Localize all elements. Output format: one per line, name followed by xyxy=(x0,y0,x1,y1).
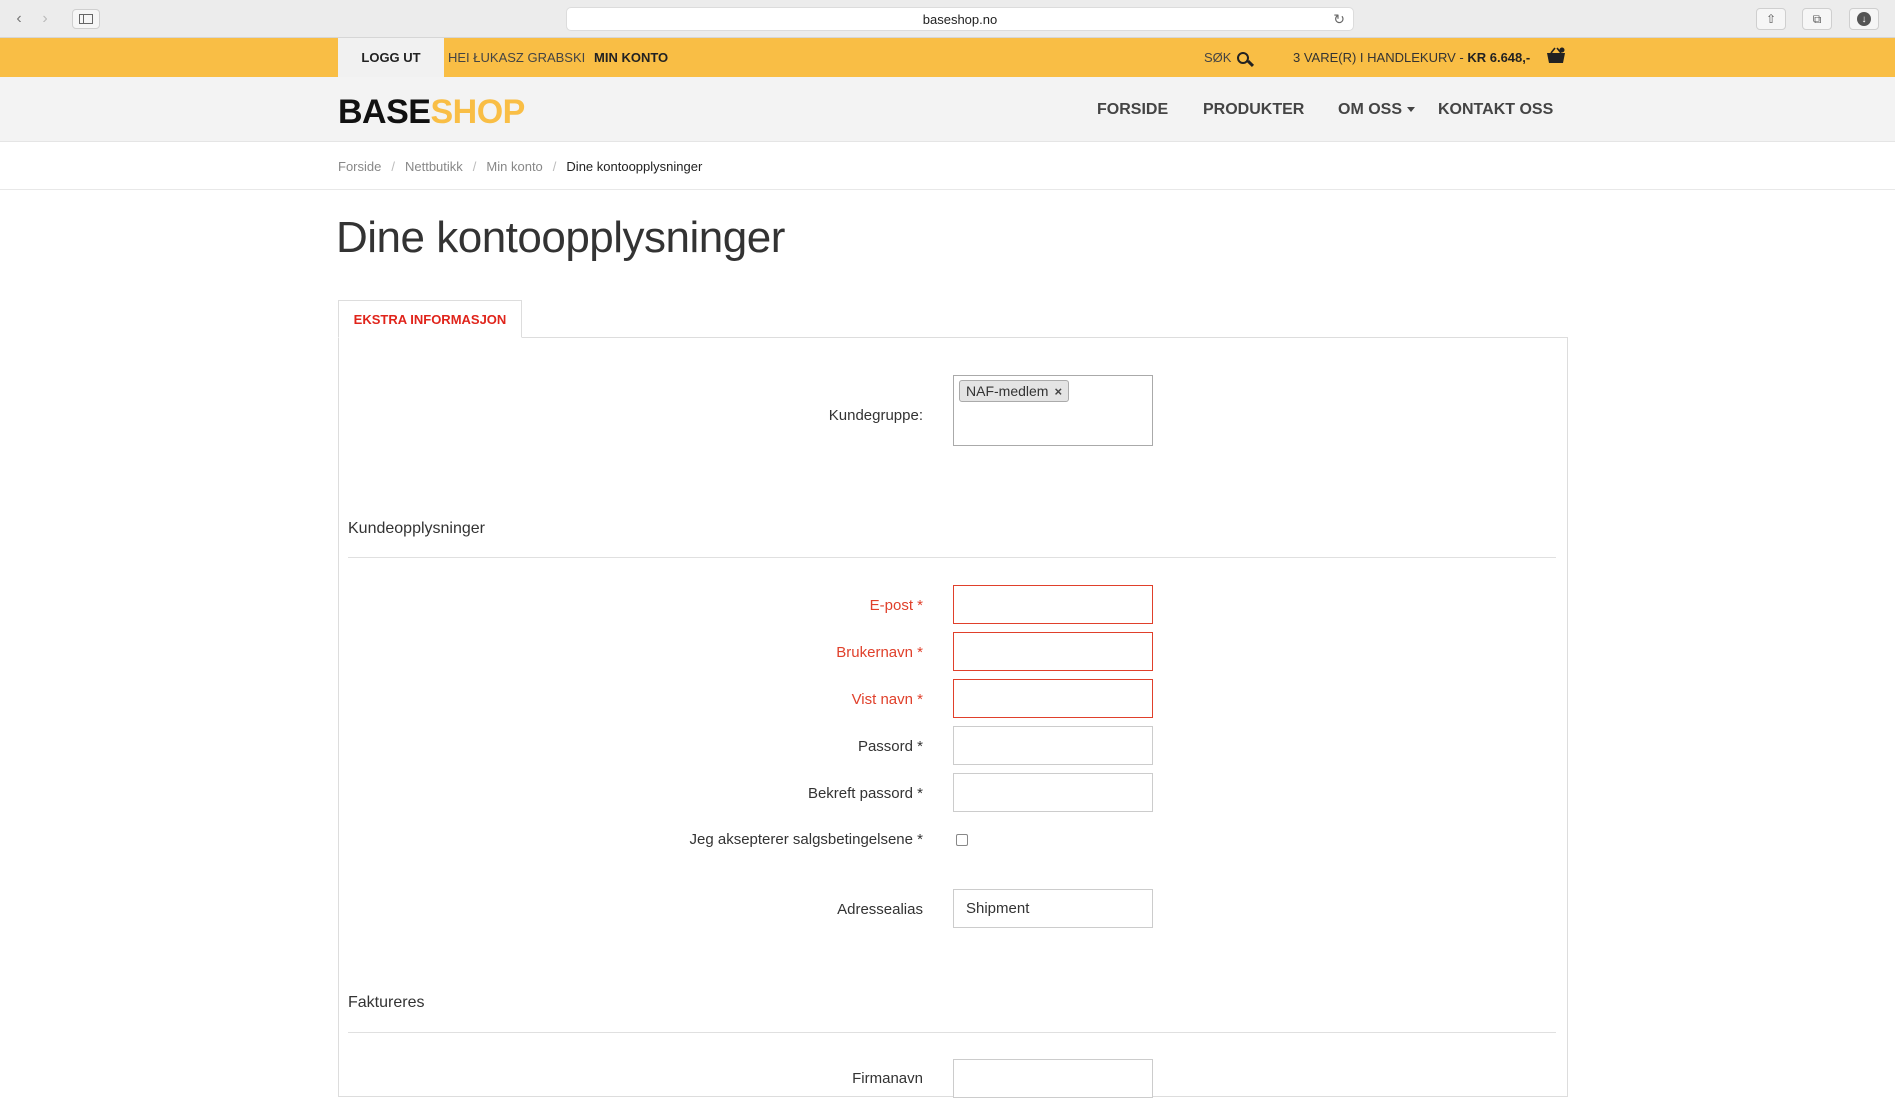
site-header: BASESHOP FORSIDE PRODUKTER OM OSS KONTAK… xyxy=(0,77,1895,142)
share-icon[interactable]: ⇧ xyxy=(1756,8,1786,30)
terms-label: Jeg aksepterer salgsbetingelsene * xyxy=(689,831,923,848)
section-divider xyxy=(348,557,1556,558)
cart-summary[interactable]: 3 VARE(R) I HANDLEKURV - KR 6.648,- xyxy=(1293,50,1530,65)
site-logo[interactable]: BASESHOP xyxy=(338,93,525,132)
breadcrumb-current: Dine kontoopplysninger xyxy=(566,159,703,174)
nav-kontakt-oss[interactable]: KONTAKT OSS xyxy=(1438,101,1553,119)
forward-icon[interactable]: › xyxy=(34,9,56,29)
user-greeting: HEI ŁUKASZ GRABSKI xyxy=(448,50,586,65)
cart-count-text: 3 VARE(R) I HANDLEKURV - xyxy=(1293,50,1468,65)
breadcrumb-separator: / xyxy=(552,159,557,174)
download-icon[interactable]: ↓ xyxy=(1849,8,1879,30)
customer-group-chip-label: NAF-medlem xyxy=(966,383,1049,399)
url-text: baseshop.no xyxy=(922,11,998,27)
username-field[interactable] xyxy=(953,632,1153,671)
search-link[interactable]: SØK xyxy=(1204,50,1250,65)
display-name-label: Vist navn * xyxy=(851,691,923,708)
browser-toolbar: ‹ › baseshop.no ↻ ⇧ ⧉ ↓ xyxy=(0,0,1895,38)
company-name-label: Firmanavn xyxy=(852,1070,923,1087)
section-billing: Faktureres xyxy=(348,994,425,1011)
terms-checkbox[interactable] xyxy=(956,834,968,846)
top-bar: LOGG UT HEI ŁUKASZ GRABSKI MIN KONTO SØK… xyxy=(0,38,1895,77)
customer-group-label: Kundegruppe: xyxy=(828,407,923,424)
confirm-password-field[interactable] xyxy=(953,773,1153,812)
logo-base-text: BASE xyxy=(338,93,431,131)
remove-chip-icon[interactable]: × xyxy=(1054,384,1062,399)
section-customer-info: Kundeopplysninger xyxy=(348,520,485,537)
email-field[interactable] xyxy=(953,585,1153,624)
nav-produkter[interactable]: PRODUKTER xyxy=(1203,101,1304,119)
chevron-down-icon xyxy=(1407,107,1416,113)
address-alias-label: Adressealias xyxy=(837,901,923,918)
section-divider xyxy=(348,1032,1556,1033)
page-title: Dine kontoopplysninger xyxy=(336,213,785,262)
search-label: SØK xyxy=(1204,50,1232,65)
breadcrumb-nettbutikk[interactable]: Nettbutikk xyxy=(405,159,463,174)
breadcrumb-forside[interactable]: Forside xyxy=(338,159,381,174)
nav-forside[interactable]: FORSIDE xyxy=(1097,101,1168,119)
search-icon xyxy=(1237,51,1250,64)
my-account-link[interactable]: MIN KONTO xyxy=(594,50,668,65)
cart-total: KR 6.648,- xyxy=(1467,50,1531,65)
breadcrumb-separator: / xyxy=(472,159,477,174)
logout-button[interactable]: LOGG UT xyxy=(338,38,444,77)
back-icon[interactable]: ‹ xyxy=(8,9,30,29)
company-name-field[interactable] xyxy=(953,1059,1153,1098)
password-field[interactable] xyxy=(953,726,1153,765)
address-bar[interactable]: baseshop.no ↻ xyxy=(566,7,1354,31)
nav-om-oss-label: OM OSS xyxy=(1338,101,1403,118)
display-name-field[interactable] xyxy=(953,679,1153,718)
nav-om-oss[interactable]: OM OSS xyxy=(1338,101,1416,119)
address-alias-value: Shipment xyxy=(966,900,1030,917)
sidebar-toggle-icon[interactable] xyxy=(72,9,100,29)
confirm-password-label: Bekreft passord * xyxy=(807,785,923,802)
tabs-icon[interactable]: ⧉ xyxy=(1802,8,1832,30)
username-label: Brukernavn * xyxy=(836,644,923,661)
tab-ekstra-informasjon[interactable]: EKSTRA INFORMASJON xyxy=(338,300,522,338)
breadcrumb: Forside / Nettbutikk / Min konto / Dine … xyxy=(0,142,1895,190)
customer-group-chip: NAF-medlem × xyxy=(959,380,1070,402)
customer-group-select[interactable]: NAF-medlem × xyxy=(953,375,1153,446)
email-label: E-post * xyxy=(869,597,923,614)
breadcrumb-separator: / xyxy=(391,159,395,174)
shopping-basket-icon[interactable] xyxy=(1546,47,1566,65)
reload-icon[interactable]: ↻ xyxy=(1333,11,1345,28)
password-label: Passord * xyxy=(857,738,923,755)
address-alias-field[interactable]: Shipment xyxy=(953,889,1153,928)
breadcrumb-min-konto[interactable]: Min konto xyxy=(486,159,542,174)
logo-shop-text: SHOP xyxy=(430,93,525,131)
